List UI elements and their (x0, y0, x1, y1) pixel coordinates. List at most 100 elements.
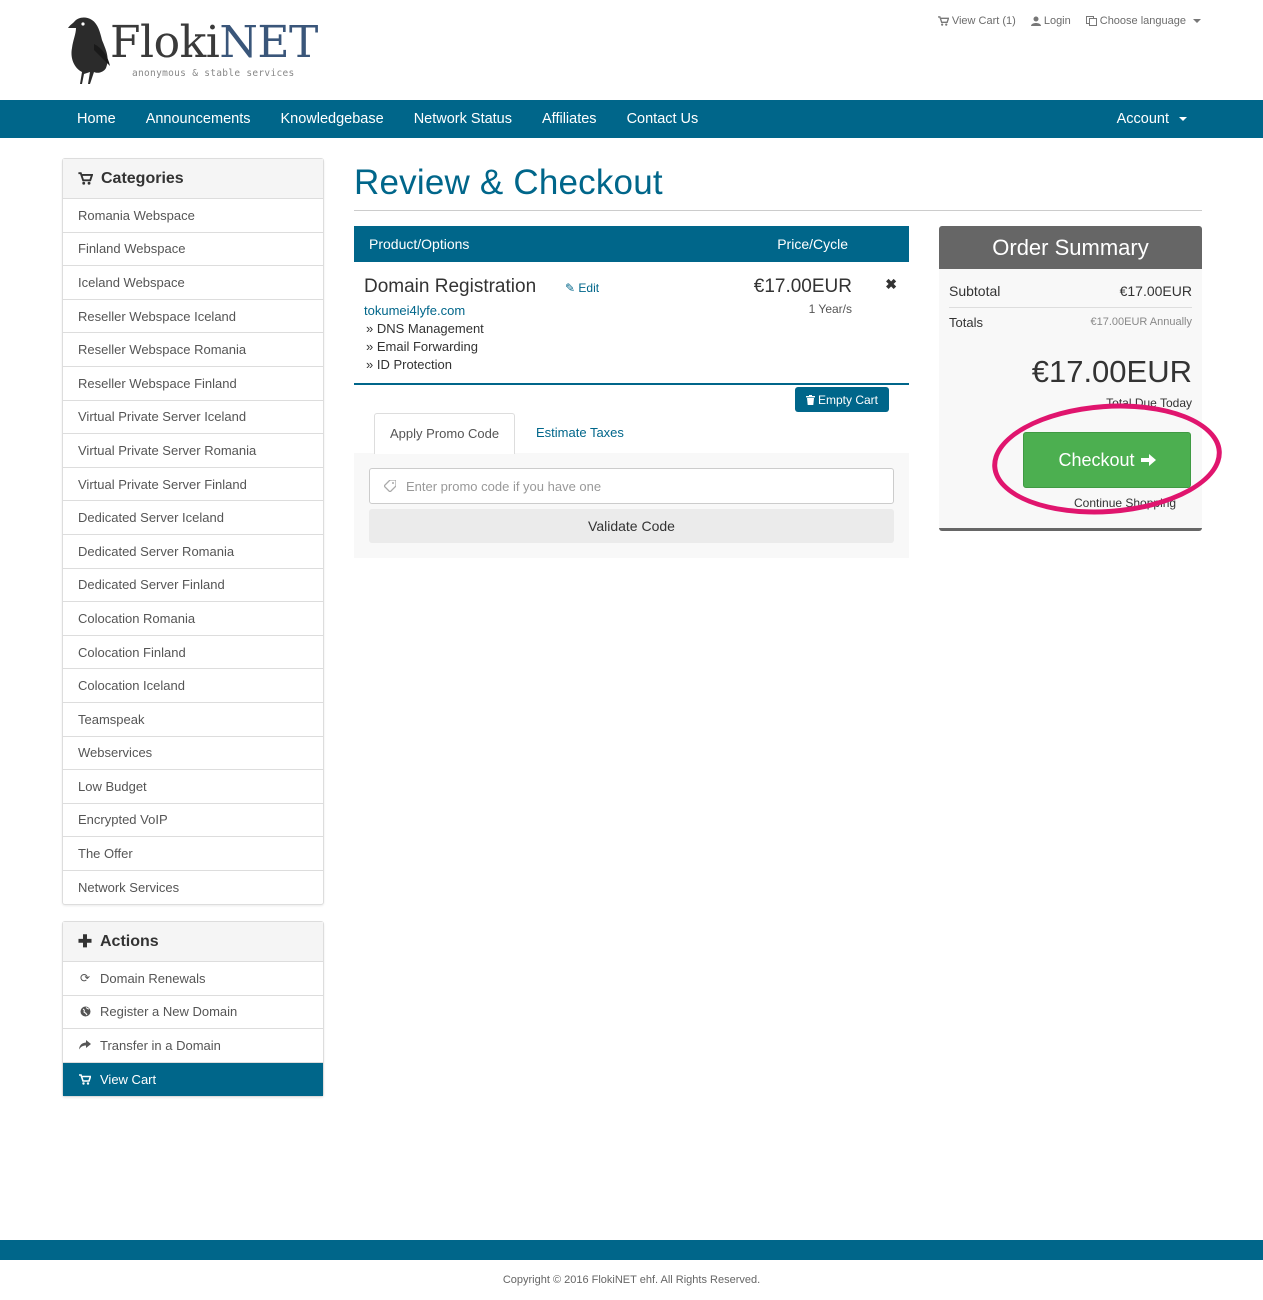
globe-icon (78, 1006, 92, 1017)
category-item[interactable]: Virtual Private Server Iceland (63, 401, 323, 435)
actions-panel: ✚ Actions ⟳ Domain Renewals Register a N… (62, 921, 324, 1098)
share-icon (78, 1040, 92, 1050)
view-cart-label: View Cart (1) (951, 15, 1016, 27)
totals-row: Totals €17.00EUR Annually (949, 315, 1192, 333)
top-links: View Cart (1) Login Choose language (937, 15, 1201, 27)
remove-item-icon[interactable]: ✖ (885, 276, 897, 293)
promo-code-placeholder: Enter promo code if you have one (406, 478, 602, 494)
promo-tab-body: Enter promo code if you have one Validat… (354, 453, 909, 558)
edit-link[interactable]: ✎ Edit (565, 281, 599, 295)
category-item[interactable]: Colocation Iceland (63, 669, 323, 703)
category-item[interactable]: Dedicated Server Finland (63, 569, 323, 603)
nav-knowledgebase[interactable]: Knowledgebase (265, 100, 398, 138)
pencil-icon: ✎ (565, 281, 576, 295)
brand-name-floki: Floki (110, 17, 220, 68)
nav-home[interactable]: Home (62, 100, 131, 138)
chevron-down-icon (1193, 19, 1201, 23)
login-link[interactable]: Login (1030, 15, 1071, 27)
page-title: Review & Checkout (354, 163, 663, 202)
promo-tabs: Apply Promo Code Estimate Taxes Enter pr… (354, 413, 909, 558)
category-item[interactable]: Romania Webspace (63, 199, 323, 233)
nav-announcements[interactable]: Announcements (131, 100, 266, 138)
category-item[interactable]: Colocation Finland (63, 636, 323, 670)
category-item[interactable]: The Offer (63, 837, 323, 871)
cart-item: Domain Registration ✎ Edit tokumei4lyfe.… (354, 262, 909, 385)
action-label: View Cart (100, 1072, 157, 1088)
subtotal-value: €17.00EUR (1119, 283, 1192, 299)
col-price-cycle: Price/Cycle (777, 236, 848, 252)
nav-network-status[interactable]: Network Status (399, 100, 527, 138)
nav-affiliates[interactable]: Affiliates (527, 100, 612, 138)
category-item[interactable]: Dedicated Server Romania (63, 535, 323, 569)
category-item[interactable]: Network Services (63, 871, 323, 905)
validate-code-button[interactable]: Validate Code (369, 509, 894, 543)
category-item[interactable]: Virtual Private Server Romania (63, 434, 323, 468)
action-register-domain[interactable]: Register a New Domain (63, 996, 323, 1030)
action-view-cart[interactable]: View Cart (63, 1062, 323, 1097)
category-item[interactable]: Virtual Private Server Finland (63, 468, 323, 502)
subtotal-label: Subtotal (949, 283, 1001, 299)
total-due-amount: €17.00EUR (1031, 354, 1192, 389)
category-item[interactable]: Webservices (63, 737, 323, 771)
tag-icon (384, 480, 396, 492)
item-option: » ID Protection (366, 357, 452, 372)
item-domain: tokumei4lyfe.com (364, 303, 466, 318)
action-domain-renewals[interactable]: ⟳ Domain Renewals (63, 962, 323, 996)
nav-items: Home Announcements Knowledgebase Network… (62, 100, 713, 138)
categories-header: Categories (63, 159, 323, 199)
account-dropdown[interactable]: Account (1103, 100, 1201, 138)
raven-icon (68, 17, 110, 84)
flokinet-logo[interactable]: FlokiNET anonymous & stable services (64, 12, 318, 88)
view-cart-link[interactable]: View Cart (1) (937, 15, 1016, 27)
account-label: Account (1116, 111, 1169, 127)
categories-title: Categories (101, 169, 184, 187)
col-product-options: Product/Options (369, 236, 470, 252)
empty-cart-label: Empty Cart (817, 392, 878, 407)
item-name: Domain Registration (364, 276, 537, 297)
footer-copyright: Copyright © 2016 FlokiNET ehf. All Right… (502, 1274, 761, 1286)
order-summary-title: Order Summary (939, 226, 1202, 269)
category-item[interactable]: Encrypted VoIP (63, 804, 323, 838)
subtotal-row: Subtotal €17.00EUR (949, 283, 1192, 303)
category-item[interactable]: Reseller Webspace Romania (63, 333, 323, 367)
language-icon (1085, 16, 1097, 26)
user-icon (1030, 16, 1041, 26)
summary-divider (949, 307, 1192, 308)
category-item[interactable]: Iceland Webspace (63, 266, 323, 300)
cart-icon (78, 172, 93, 185)
cart-table-header: Product/Options Price/Cycle (354, 226, 909, 262)
nav-contact-us[interactable]: Contact Us (612, 100, 714, 138)
language-dropdown[interactable]: Choose language (1085, 15, 1201, 27)
title-divider (354, 210, 1202, 211)
totals-label: Totals (949, 315, 983, 330)
login-label: Login (1043, 15, 1071, 27)
site-header: FlokiNET anonymous & stable services Vie… (0, 0, 1263, 100)
language-label: Choose language (1099, 15, 1186, 27)
refresh-icon: ⟳ (79, 971, 91, 986)
brand-tagline: anonymous & stable services (132, 68, 295, 79)
category-item[interactable]: Reseller Webspace Finland (63, 367, 323, 401)
action-transfer-domain[interactable]: Transfer in a Domain (63, 1029, 323, 1063)
category-item[interactable]: Teamspeak (63, 703, 323, 737)
action-label: Transfer in a Domain (100, 1037, 221, 1053)
cart-icon (78, 1074, 92, 1085)
actions-title: Actions (100, 932, 159, 950)
totals-value: €17.00EUR Annually (1090, 316, 1192, 328)
category-item[interactable]: Low Budget (63, 770, 323, 804)
category-item[interactable]: Reseller Webspace Iceland (63, 300, 323, 334)
category-item[interactable]: Dedicated Server Iceland (63, 501, 323, 535)
item-price: €17.00EUR (753, 276, 852, 297)
chevron-down-icon (1179, 117, 1187, 121)
brand-name-net: NET (219, 17, 318, 68)
tab-estimate-taxes[interactable]: Estimate Taxes (521, 413, 639, 453)
action-label: Domain Renewals (100, 970, 206, 986)
category-item[interactable]: Finland Webspace (63, 233, 323, 267)
tab-apply-promo-code[interactable]: Apply Promo Code (374, 413, 516, 454)
category-item[interactable]: Colocation Romania (63, 602, 323, 636)
empty-cart-button[interactable]: Empty Cart (795, 387, 889, 412)
promo-code-input[interactable]: Enter promo code if you have one (369, 468, 894, 504)
plus-icon: ✚ (77, 931, 93, 951)
main-navbar: Home Announcements Knowledgebase Network… (0, 100, 1263, 138)
item-cycle: 1 Year/s (808, 302, 852, 316)
categories-panel: Categories Romania Webspace Finland Webs… (62, 158, 324, 906)
